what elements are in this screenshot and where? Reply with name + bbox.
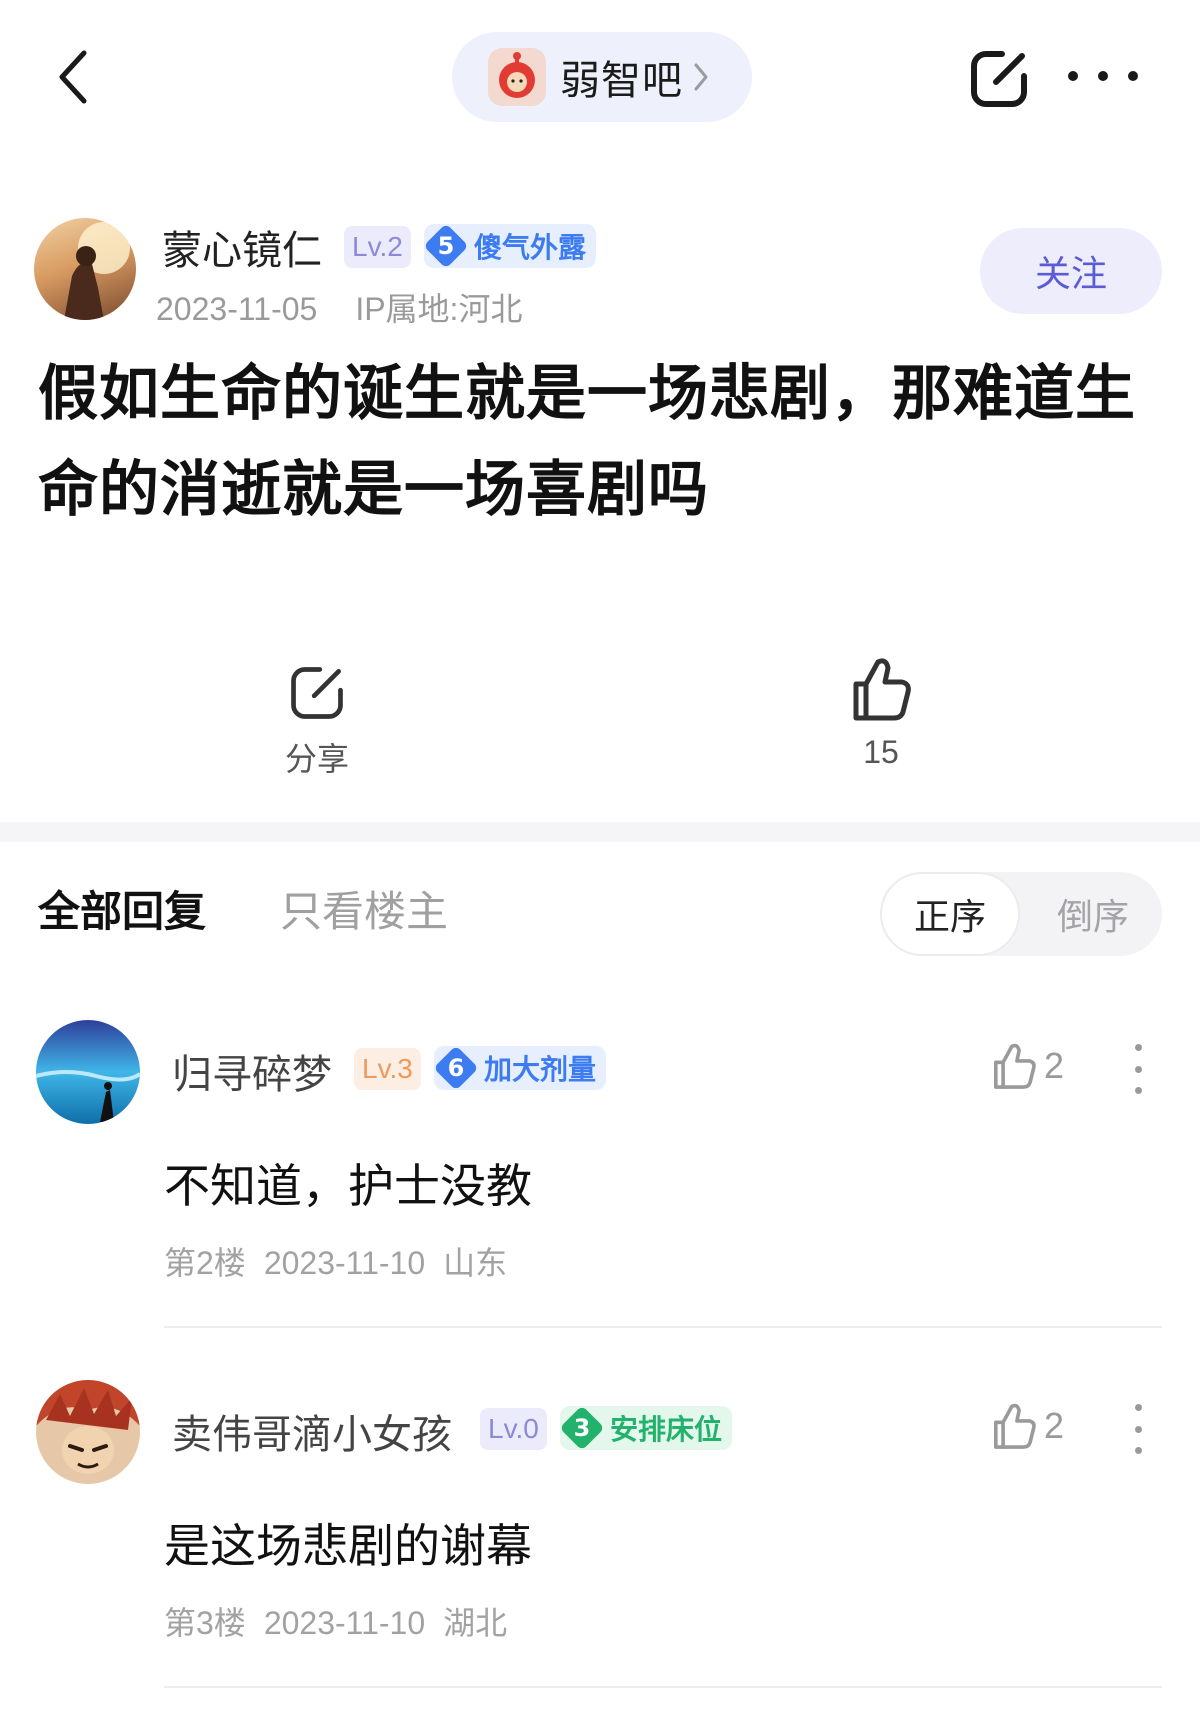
honor-level-icon: 6: [433, 1045, 479, 1091]
commenter-name[interactable]: 卖伟哥滴小女孩: [172, 1402, 452, 1460]
like-button[interactable]: 15: [836, 654, 926, 771]
comment-meta: 第3楼 2023-11-10 湖北: [164, 1598, 507, 1644]
thumbs-up-icon: [853, 658, 911, 721]
tab-all-replies[interactable]: 全部回复: [38, 878, 206, 939]
thumbs-up-icon: [994, 1043, 1036, 1089]
more-options-button[interactable]: [1068, 56, 1138, 96]
comment-separator: [164, 1326, 1162, 1328]
comment-text: 是这场悲剧的谢幕: [164, 1519, 532, 1573]
post-meta: 2023-11-05 IP属地:河北: [156, 284, 522, 330]
comment-date: 2023-11-10: [263, 1245, 426, 1281]
honor-badge: 6 加大剂量: [433, 1045, 607, 1091]
comment-item: 卖伟哥滴小女孩 Lv.0 3 安排床位 2 是这场悲剧的谢幕 第3楼 2023-1…: [0, 1380, 1200, 1722]
chevron-right-icon: [693, 62, 709, 92]
commenter-avatar[interactable]: [36, 1380, 140, 1484]
honor-title: 加大剂量: [484, 1053, 597, 1086]
sort-descending-button[interactable]: 倒序: [1026, 874, 1160, 954]
comment-separator: [164, 1686, 1162, 1688]
like-count: 15: [863, 734, 899, 770]
dot-icon: [1128, 71, 1138, 81]
level-badge: Lv.0: [480, 1408, 547, 1450]
teletubby-icon: [499, 52, 535, 98]
share-icon: [971, 51, 1027, 107]
top-bar: 弱智吧: [0, 0, 1200, 160]
ip-location: IP属地:河北: [355, 291, 523, 327]
commenter-name[interactable]: 归寻碎梦: [172, 1042, 332, 1100]
comment-location: 湖北: [443, 1605, 508, 1641]
post-title: 假如生命的诞生就是一场悲剧，那难道生命的消逝就是一场喜剧吗: [38, 359, 1136, 525]
follow-button[interactable]: 关注: [980, 228, 1162, 314]
honor-title: 傻气外露: [474, 231, 587, 264]
chevron-left-icon: [59, 50, 87, 104]
sort-ascending-button[interactable]: 正序: [882, 874, 1018, 954]
comment-like-count: 2: [1044, 1405, 1065, 1446]
author-avatar[interactable]: [34, 218, 136, 320]
dot-icon: [1134, 1044, 1142, 1051]
author-name[interactable]: 蒙心镜仁: [162, 218, 322, 276]
sort-toggle: 正序 倒序: [880, 872, 1162, 956]
floor-number: 第2楼: [164, 1245, 246, 1281]
comment-location: 山东: [443, 1245, 508, 1281]
forum-avatar: [488, 48, 546, 106]
dot-icon: [1134, 1087, 1142, 1094]
thumbs-up-icon: [994, 1403, 1036, 1449]
share-label: 分享: [284, 741, 349, 777]
comment-item: 归寻碎梦 Lv.3 6 加大剂量 2 不知道，护士没教 第2楼 2023-11-1…: [0, 1020, 1200, 1380]
comment-date: 2023-11-10: [263, 1605, 426, 1641]
tab-owner-only[interactable]: 只看楼主: [280, 878, 448, 939]
comment-text: 不知道，护士没教: [164, 1159, 532, 1213]
share-action-button[interactable]: 分享: [272, 662, 362, 780]
honor-badge: 3 安排床位: [559, 1405, 733, 1451]
dot-icon: [1134, 1404, 1142, 1411]
level-badge: Lv.3: [354, 1048, 421, 1090]
dot-icon: [1098, 71, 1108, 81]
back-button[interactable]: [48, 44, 98, 110]
comment-like-button[interactable]: 2: [990, 1040, 1064, 1092]
comment-like-button[interactable]: 2: [990, 1400, 1064, 1452]
honor-title: 安排床位: [610, 1413, 723, 1446]
share-icon: [291, 667, 343, 719]
dot-icon: [1134, 1065, 1142, 1073]
comment-more-button[interactable]: [1128, 1404, 1148, 1454]
commenter-avatar[interactable]: [36, 1020, 140, 1124]
honor-level-icon: 5: [423, 223, 469, 269]
honor-level-icon: 3: [559, 1405, 605, 1451]
share-button[interactable]: [966, 46, 1032, 112]
honor-badge: 5 傻气外露: [423, 223, 597, 269]
dot-icon: [1134, 1425, 1142, 1433]
floor-number: 第3楼: [164, 1605, 246, 1641]
dot-icon: [1068, 71, 1078, 81]
post-date: 2023-11-05: [156, 291, 318, 327]
comment-more-button[interactable]: [1128, 1044, 1148, 1094]
comment-meta: 第2楼 2023-11-10 山东: [164, 1238, 507, 1284]
level-badge: Lv.2: [344, 226, 411, 268]
section-divider: [0, 822, 1200, 842]
forum-entry-button[interactable]: 弱智吧: [452, 32, 752, 122]
forum-name: 弱智吧: [560, 58, 683, 104]
comment-like-count: 2: [1044, 1045, 1065, 1086]
dot-icon: [1134, 1447, 1142, 1454]
